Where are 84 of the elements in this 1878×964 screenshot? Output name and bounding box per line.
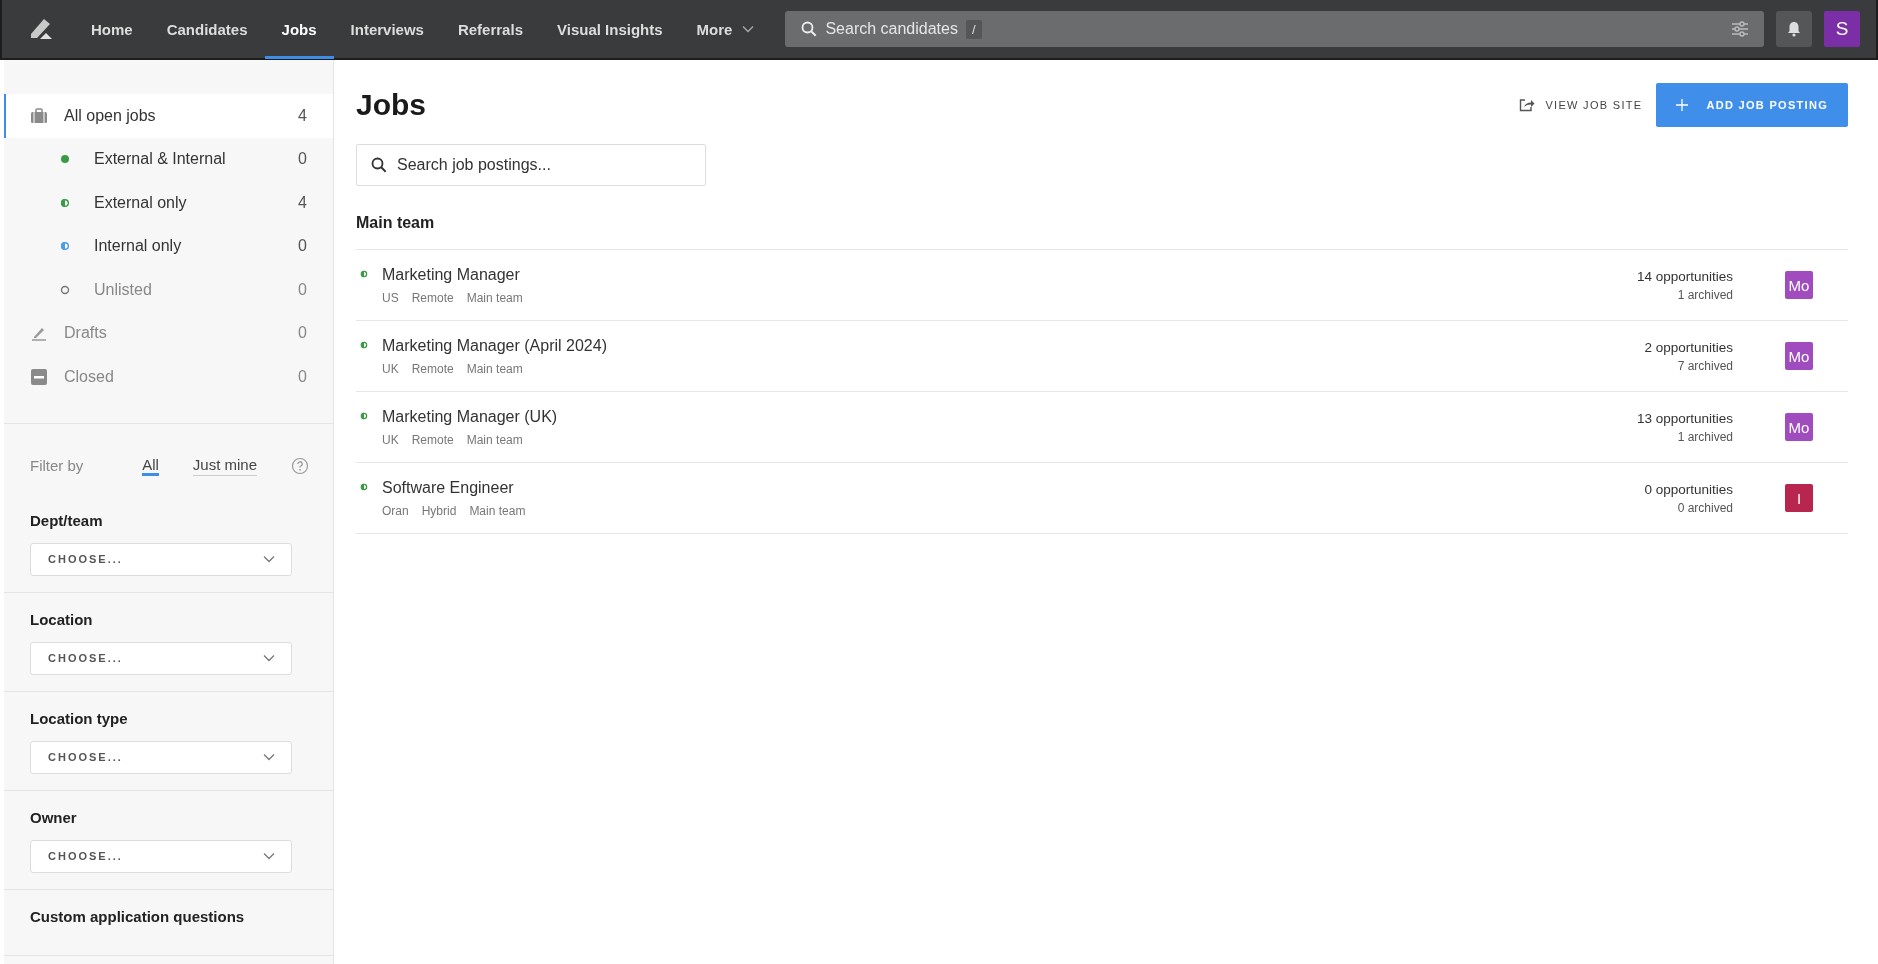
dropdown[interactable]: CHOOSE... xyxy=(30,740,292,774)
briefcase-icon xyxy=(30,107,48,124)
job-tag: Oran xyxy=(382,503,409,518)
sliders-icon xyxy=(1730,20,1750,38)
half-circle-icon xyxy=(360,412,368,420)
job-title-link[interactable]: Marketing Manager (UK) xyxy=(382,407,558,426)
filter-heading: Location xyxy=(30,610,94,628)
plus-icon xyxy=(1676,99,1689,111)
half-circle-icon xyxy=(360,483,368,491)
item-count: 0 xyxy=(298,237,307,256)
owner-avatar: Mo xyxy=(1785,271,1813,299)
page-title: Jobs xyxy=(356,88,427,122)
job-tag: Remote xyxy=(411,290,454,305)
owner-avatar: I xyxy=(1785,484,1813,512)
chevron-down-icon xyxy=(263,555,275,563)
help-icon xyxy=(291,456,309,475)
item-count: 0 xyxy=(298,150,307,169)
item-count: 0 xyxy=(298,367,307,386)
bell-icon xyxy=(1787,21,1801,37)
sidebar-item[interactable]: All open jobs 4 xyxy=(4,94,333,138)
job-tag: Main team xyxy=(469,503,526,518)
archived-count: 1 archived xyxy=(1676,287,1733,302)
half-circle-icon xyxy=(360,341,368,349)
filter-heading: Location type xyxy=(30,709,129,727)
notifications-button[interactable] xyxy=(1776,11,1812,47)
filter-heading: Dept/team xyxy=(30,511,104,529)
job-tag: US xyxy=(382,290,399,305)
job-tag: Main team xyxy=(466,361,523,376)
dropdown[interactable]: CHOOSE... xyxy=(30,542,292,576)
dropdown[interactable]: CHOOSE... xyxy=(30,641,292,675)
job-title-link[interactable]: Marketing Manager (April 2024) xyxy=(382,336,607,355)
opportunities-count: 13 opportunities xyxy=(1636,410,1733,426)
owner-avatar: Mo xyxy=(1785,413,1813,441)
item-count: 4 xyxy=(298,106,307,125)
job-title-link[interactable]: Software Engineer xyxy=(382,478,514,497)
archived-count: 0 archived xyxy=(1676,500,1733,515)
nav-tab[interactable]: More xyxy=(679,0,772,59)
dropdown[interactable]: CHOOSE... xyxy=(30,839,292,873)
opportunities-count: 0 opportunities xyxy=(1644,481,1733,497)
sidebar-item[interactable]: External & Internal 0 xyxy=(4,137,333,181)
archived-count: 7 archived xyxy=(1676,358,1733,373)
filter-tab[interactable]: Just mine xyxy=(192,455,257,476)
nav-tab[interactable]: Home xyxy=(74,0,150,59)
search-icon xyxy=(801,21,818,37)
job-tag: Main team xyxy=(466,432,523,447)
job-tag: Remote xyxy=(411,432,454,447)
job-tag: Hybrid xyxy=(421,503,457,518)
caret-icon xyxy=(742,25,755,33)
owner-avatar: Mo xyxy=(1785,342,1813,370)
nav-tab[interactable]: Referrals xyxy=(440,0,540,59)
filter-heading: Custom application questions xyxy=(30,907,246,925)
filter-label: Filter by xyxy=(30,457,85,474)
item-count: 4 xyxy=(298,193,307,212)
opportunities-count: 2 opportunities xyxy=(1644,339,1733,355)
sidebar-item[interactable]: External only 4 xyxy=(4,181,333,225)
job-tag: Remote xyxy=(411,361,454,376)
filter-tab[interactable]: All xyxy=(142,455,159,476)
search-field[interactable]: Search candidates / xyxy=(785,11,1764,47)
nav-tab[interactable]: Candidates xyxy=(149,0,265,59)
job-title-link[interactable]: Marketing Manager xyxy=(382,265,520,284)
share-icon xyxy=(1519,98,1536,112)
user-avatar[interactable]: S xyxy=(1824,11,1860,47)
view-job-site-link[interactable]: VIEW JOB SITE xyxy=(1519,98,1643,112)
archived-count: 1 archived xyxy=(1676,429,1733,444)
shortcut-key-hint: / xyxy=(965,19,982,39)
item-count: 0 xyxy=(298,324,307,343)
chevron-down-icon xyxy=(263,852,275,860)
search-icon xyxy=(371,157,387,173)
opportunities-count: 14 opportunities xyxy=(1636,268,1733,284)
nav-tab[interactable]: Visual Insights xyxy=(540,0,680,59)
pencil-icon xyxy=(30,325,48,342)
minus-square-icon xyxy=(30,367,48,386)
chevron-down-icon xyxy=(263,753,275,761)
group-heading: Main team xyxy=(356,214,1848,250)
job-tag: UK xyxy=(382,432,399,447)
sidebar-item[interactable]: Internal only 0 xyxy=(4,224,333,268)
job-tag: UK xyxy=(382,361,399,376)
search-field[interactable]: Search job postings... xyxy=(356,144,706,186)
item-count: 0 xyxy=(298,280,307,299)
job-tag: Main team xyxy=(466,290,523,305)
nav-tab[interactable]: Interviews xyxy=(333,0,441,59)
chevron-down-icon xyxy=(263,654,275,662)
half-circle-icon xyxy=(360,270,368,278)
filter-heading: Owner xyxy=(30,808,78,826)
